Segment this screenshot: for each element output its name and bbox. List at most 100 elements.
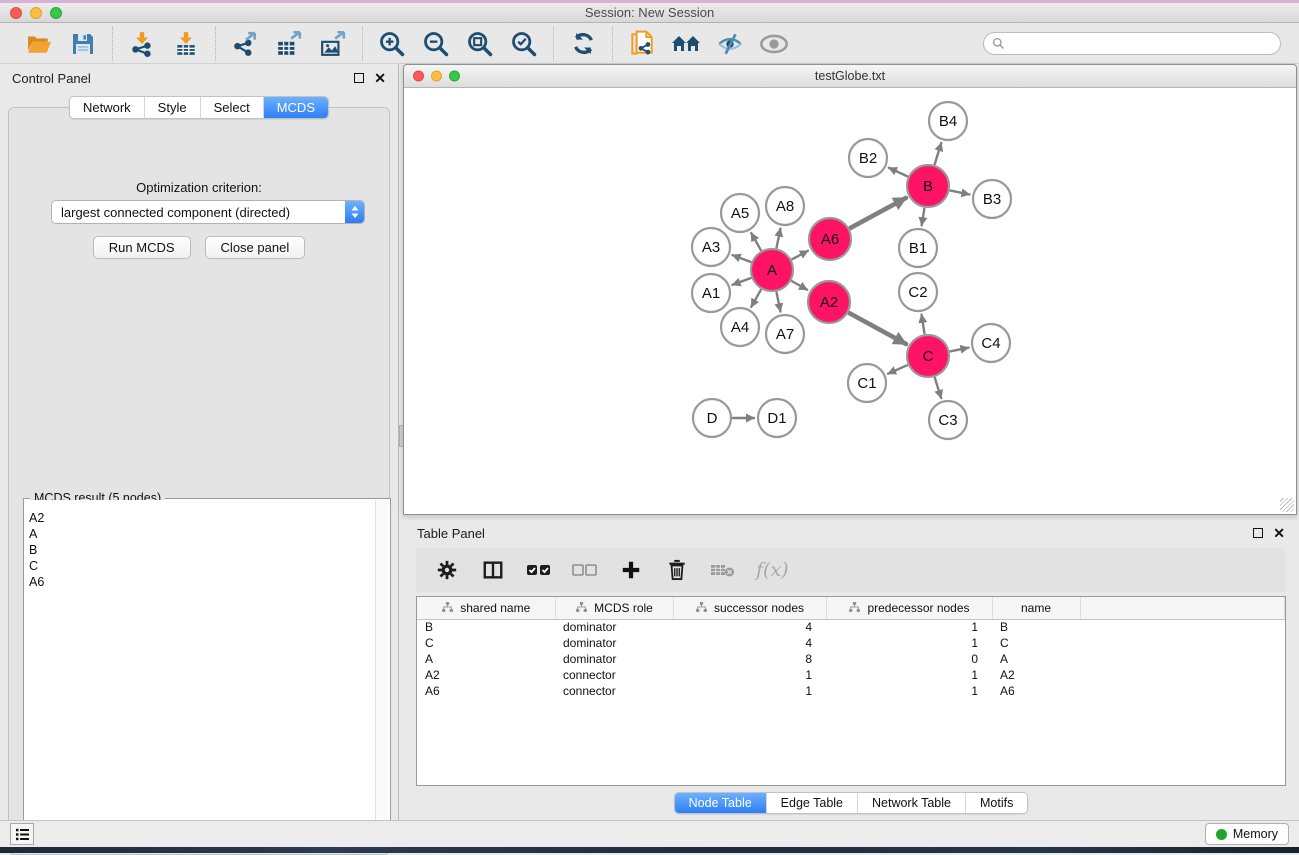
graph-edge[interactable] bbox=[733, 278, 751, 285]
task-history-button[interactable] bbox=[10, 823, 34, 845]
tab-edge-table[interactable]: Edge Table bbox=[766, 793, 857, 813]
graph-node-A8[interactable] bbox=[766, 187, 804, 225]
network-canvas[interactable]: AA1A2A3A4A5A6A7A8BB1B2B3B4CC1C2C3C4DD1 bbox=[404, 88, 1296, 514]
graph-edge[interactable] bbox=[733, 255, 751, 262]
graph-node-A2[interactable] bbox=[808, 281, 850, 323]
tab-network-table[interactable]: Network Table bbox=[857, 793, 965, 813]
network-zoom-button[interactable] bbox=[449, 71, 460, 82]
tab-mcds[interactable]: MCDS bbox=[263, 97, 328, 118]
import-table-icon[interactable] bbox=[169, 28, 203, 60]
graph-node-B[interactable] bbox=[907, 165, 949, 207]
graph-edge[interactable] bbox=[922, 209, 925, 226]
graph-node-B4[interactable] bbox=[929, 102, 967, 140]
graph-edge[interactable] bbox=[777, 229, 781, 248]
tab-style[interactable]: Style bbox=[144, 97, 200, 118]
tab-motifs[interactable]: Motifs bbox=[965, 793, 1027, 813]
graph-node-A7[interactable] bbox=[766, 315, 804, 353]
select-all-icon[interactable] bbox=[526, 557, 552, 583]
col-mcds-role[interactable]: MCDS role bbox=[555, 597, 673, 619]
graph-node-A5[interactable] bbox=[721, 194, 759, 232]
graph-edge[interactable] bbox=[792, 281, 807, 290]
open-folder-icon[interactable] bbox=[22, 28, 56, 60]
graph-node-A6[interactable] bbox=[809, 218, 851, 260]
network-window-titlebar[interactable]: testGlobe.txt bbox=[404, 65, 1296, 88]
graph-edge[interactable] bbox=[951, 191, 970, 195]
graph-node-A3[interactable] bbox=[692, 228, 730, 266]
graph-edge[interactable] bbox=[888, 365, 907, 373]
tab-network[interactable]: Network bbox=[70, 97, 144, 118]
table-row[interactable]: Bdominator41B bbox=[417, 619, 1285, 635]
zoom-fit-icon[interactable] bbox=[463, 28, 497, 60]
result-scrollbar[interactable] bbox=[375, 500, 389, 841]
graph-edge[interactable] bbox=[849, 313, 906, 344]
graph-node-C3[interactable] bbox=[929, 401, 967, 439]
graph-edge[interactable] bbox=[850, 198, 906, 228]
zoom-window-button[interactable] bbox=[50, 7, 62, 19]
homes-icon[interactable] bbox=[669, 28, 703, 60]
search-input[interactable] bbox=[1010, 37, 1272, 51]
zoom-in-icon[interactable] bbox=[375, 28, 409, 60]
close-panel-button[interactable]: Close panel bbox=[205, 236, 306, 259]
graph-edge[interactable] bbox=[792, 251, 808, 259]
float-table-panel-icon[interactable] bbox=[1253, 528, 1263, 538]
import-network-icon[interactable] bbox=[125, 28, 159, 60]
close-window-button[interactable] bbox=[10, 7, 22, 19]
graph-edge[interactable] bbox=[751, 290, 760, 307]
result-item[interactable]: A2 bbox=[29, 510, 371, 526]
memory-button[interactable]: Memory bbox=[1205, 823, 1289, 845]
delete-icon[interactable] bbox=[664, 557, 690, 583]
criterion-dropdown[interactable]: largest connected component (directed) bbox=[51, 200, 365, 224]
close-table-panel-icon[interactable]: ✕ bbox=[1273, 528, 1285, 538]
float-panel-icon[interactable] bbox=[354, 73, 364, 83]
window-resize-grip[interactable] bbox=[1280, 498, 1294, 512]
table-row[interactable]: A2connector11A2 bbox=[417, 667, 1285, 683]
refresh-icon[interactable] bbox=[566, 28, 600, 60]
col-shared-name[interactable]: shared name bbox=[417, 597, 555, 619]
search-field[interactable] bbox=[983, 32, 1281, 55]
graph-node-B3[interactable] bbox=[973, 180, 1011, 218]
zoom-out-icon[interactable] bbox=[419, 28, 453, 60]
result-item[interactable]: C bbox=[29, 558, 371, 574]
graph-edge[interactable] bbox=[777, 293, 781, 312]
graph-node-A[interactable] bbox=[751, 249, 793, 291]
save-icon[interactable] bbox=[66, 28, 100, 60]
graph-edge[interactable] bbox=[935, 143, 941, 164]
deselect-all-icon[interactable] bbox=[572, 557, 598, 583]
delete-table-icon[interactable] bbox=[710, 557, 736, 583]
graph-edge[interactable] bbox=[751, 233, 760, 250]
col-predecessor-nodes[interactable]: predecessor nodes bbox=[826, 597, 992, 619]
export-table-icon[interactable] bbox=[272, 28, 306, 60]
network-close-button[interactable] bbox=[413, 71, 424, 82]
table-row[interactable]: A6connector11A6 bbox=[417, 683, 1285, 699]
export-network-icon[interactable] bbox=[228, 28, 262, 60]
graph-node-B2[interactable] bbox=[849, 139, 887, 177]
col-successor-nodes[interactable]: successor nodes bbox=[673, 597, 826, 619]
result-item[interactable]: B bbox=[29, 542, 371, 558]
network-minimize-button[interactable] bbox=[431, 71, 442, 82]
export-image-icon[interactable] bbox=[316, 28, 350, 60]
run-mcds-button[interactable]: Run MCDS bbox=[93, 236, 191, 259]
graph-node-C1[interactable] bbox=[848, 364, 886, 402]
result-item[interactable]: A bbox=[29, 526, 371, 542]
graph-node-A4[interactable] bbox=[721, 308, 759, 346]
minimize-window-button[interactable] bbox=[30, 7, 42, 19]
graph-node-C4[interactable] bbox=[972, 324, 1010, 362]
tab-node-table[interactable]: Node Table bbox=[675, 793, 766, 813]
graph-node-A1[interactable] bbox=[692, 274, 730, 312]
eye-icon[interactable] bbox=[757, 28, 791, 60]
graph-node-B1[interactable] bbox=[899, 229, 937, 267]
graph-edge[interactable] bbox=[951, 348, 969, 352]
graph-node-C2[interactable] bbox=[899, 273, 937, 311]
add-icon[interactable] bbox=[618, 557, 644, 583]
zoom-selected-icon[interactable] bbox=[507, 28, 541, 60]
gear-icon[interactable] bbox=[434, 557, 460, 583]
table-row[interactable]: Adominator80A bbox=[417, 651, 1285, 667]
col-name[interactable]: name bbox=[992, 597, 1080, 619]
columns-icon[interactable] bbox=[480, 557, 506, 583]
network-document-icon[interactable] bbox=[625, 28, 659, 60]
tab-select[interactable]: Select bbox=[200, 97, 263, 118]
result-item[interactable]: A6 bbox=[29, 574, 371, 590]
function-icon[interactable]: f(x) bbox=[756, 559, 789, 581]
table-row[interactable]: Cdominator41C bbox=[417, 635, 1285, 651]
graph-edge[interactable] bbox=[889, 168, 907, 177]
